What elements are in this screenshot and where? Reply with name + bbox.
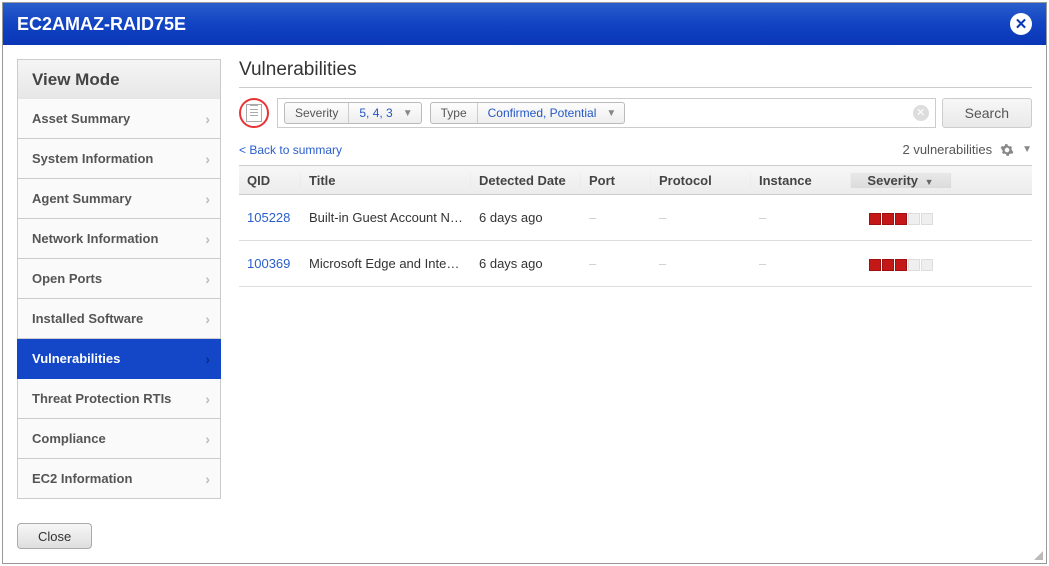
col-title[interactable]: Title	[301, 173, 471, 188]
chevron-down-icon[interactable]: ▼	[1022, 144, 1032, 155]
cell-protocol: –	[651, 210, 751, 225]
sidebar-item-label: Asset Summary	[32, 111, 130, 126]
chevron-right-icon: ›	[205, 111, 210, 127]
sidebar-item-label: Agent Summary	[32, 191, 132, 206]
close-button[interactable]: Close	[17, 523, 92, 549]
chevron-right-icon: ›	[205, 191, 210, 207]
sidebar-item-asset-summary[interactable]: Asset Summary ›	[17, 99, 221, 139]
chevron-right-icon: ›	[205, 471, 210, 487]
resize-handle[interactable]	[1033, 550, 1043, 560]
severity-filter[interactable]: Severity 5, 4, 3 ▼	[284, 102, 422, 124]
list-view-toggle-annotation	[239, 98, 269, 128]
sidebar-item-label: EC2 Information	[32, 471, 132, 486]
cell-severity	[851, 256, 951, 271]
chevron-down-icon: ▼	[399, 108, 421, 119]
sidebar-item-system-information[interactable]: System Information ›	[17, 139, 221, 179]
cell-instance: –	[751, 256, 851, 271]
clear-filters-icon[interactable]: ✕	[913, 105, 929, 121]
col-date[interactable]: Detected Date	[471, 173, 581, 188]
severity-filter-value: 5, 4, 3	[349, 103, 398, 123]
sidebar-item-vulnerabilities[interactable]: Vulnerabilities ›	[17, 339, 221, 379]
close-icon[interactable]: ✕	[1010, 13, 1032, 35]
filter-box: Severity 5, 4, 3 ▼ Type Confirmed, Poten…	[277, 98, 936, 128]
cell-title: Built-in Guest Account N…	[301, 210, 471, 225]
qid-link[interactable]: 100369	[247, 256, 290, 271]
cell-port: –	[581, 210, 651, 225]
qid-link[interactable]: 105228	[247, 210, 290, 225]
table-row[interactable]: 105228 Built-in Guest Account N…6 days ag…	[239, 195, 1032, 241]
chevron-down-icon: ▼	[602, 108, 624, 119]
chevron-right-icon: ›	[205, 271, 210, 287]
vulnerabilities-pane: Vulnerabilities Severity 5, 4, 3 ▼ Type	[239, 59, 1032, 513]
col-severity[interactable]: Severity ▼	[851, 173, 951, 188]
chevron-right-icon: ›	[205, 231, 210, 247]
sidebar-item-label: Vulnerabilities	[32, 351, 120, 366]
col-port[interactable]: Port	[581, 173, 651, 188]
severity-bar	[869, 213, 933, 225]
sidebar-item-compliance[interactable]: Compliance ›	[17, 419, 221, 459]
sidebar-item-label: Compliance	[32, 431, 106, 446]
sidebar-item-label: Threat Protection RTIs	[32, 391, 171, 406]
view-mode-sidebar: View Mode Asset Summary›System Informati…	[17, 59, 221, 513]
chevron-right-icon: ›	[205, 151, 210, 167]
col-qid[interactable]: QID	[239, 173, 301, 188]
search-button[interactable]: Search	[942, 98, 1032, 128]
vulnerabilities-table: QID Title Detected Date Port Protocol In…	[239, 165, 1032, 287]
sidebar-item-label: Network Information	[32, 231, 158, 246]
type-filter[interactable]: Type Confirmed, Potential ▼	[430, 102, 626, 124]
gear-icon[interactable]	[1000, 143, 1014, 157]
list-view-icon[interactable]	[246, 104, 262, 122]
col-instance[interactable]: Instance	[751, 173, 851, 188]
sidebar-item-label: Open Ports	[32, 271, 102, 286]
sidebar-item-network-information[interactable]: Network Information ›	[17, 219, 221, 259]
sidebar-item-open-ports[interactable]: Open Ports ›	[17, 259, 221, 299]
sidebar-item-agent-summary[interactable]: Agent Summary ›	[17, 179, 221, 219]
sidebar-item-installed-software[interactable]: Installed Software ›	[17, 299, 221, 339]
severity-filter-label: Severity	[285, 103, 349, 123]
type-filter-value: Confirmed, Potential	[478, 103, 603, 123]
chevron-right-icon: ›	[205, 431, 210, 447]
sort-descending-icon: ▼	[925, 177, 934, 187]
type-filter-label: Type	[431, 103, 478, 123]
asset-hostname: EC2AMAZ-RAID75E	[17, 14, 186, 35]
cell-date: 6 days ago	[471, 256, 581, 271]
table-header-row: QID Title Detected Date Port Protocol In…	[239, 165, 1032, 195]
sidebar-item-label: System Information	[32, 151, 153, 166]
cell-instance: –	[751, 210, 851, 225]
sidebar-item-label: Installed Software	[32, 311, 143, 326]
result-count: 2 vulnerabilities	[902, 142, 992, 157]
severity-bar	[869, 259, 933, 271]
cell-severity	[851, 210, 951, 225]
cell-title: Microsoft Edge and Inter…	[301, 256, 471, 271]
chevron-right-icon: ›	[205, 351, 210, 367]
sidebar-item-ec2-information[interactable]: EC2 Information ›	[17, 459, 221, 499]
cell-protocol: –	[651, 256, 751, 271]
cell-port: –	[581, 256, 651, 271]
titlebar: EC2AMAZ-RAID75E ✕	[3, 3, 1046, 45]
sidebar-item-threat-protection-rtis[interactable]: Threat Protection RTIs ›	[17, 379, 221, 419]
section-title: Vulnerabilities	[239, 59, 1032, 88]
cell-date: 6 days ago	[471, 210, 581, 225]
cell-qid: 105228	[239, 210, 301, 225]
chevron-right-icon: ›	[205, 391, 210, 407]
table-row[interactable]: 100369 Microsoft Edge and Inter…6 days ag…	[239, 241, 1032, 287]
cell-qid: 100369	[239, 256, 301, 271]
asset-modal: EC2AMAZ-RAID75E ✕ View Mode Asset Summar…	[2, 2, 1047, 564]
col-protocol[interactable]: Protocol	[651, 173, 751, 188]
chevron-right-icon: ›	[205, 311, 210, 327]
view-mode-title: View Mode	[17, 59, 221, 99]
back-to-summary-link[interactable]: < Back to summary	[239, 143, 342, 157]
